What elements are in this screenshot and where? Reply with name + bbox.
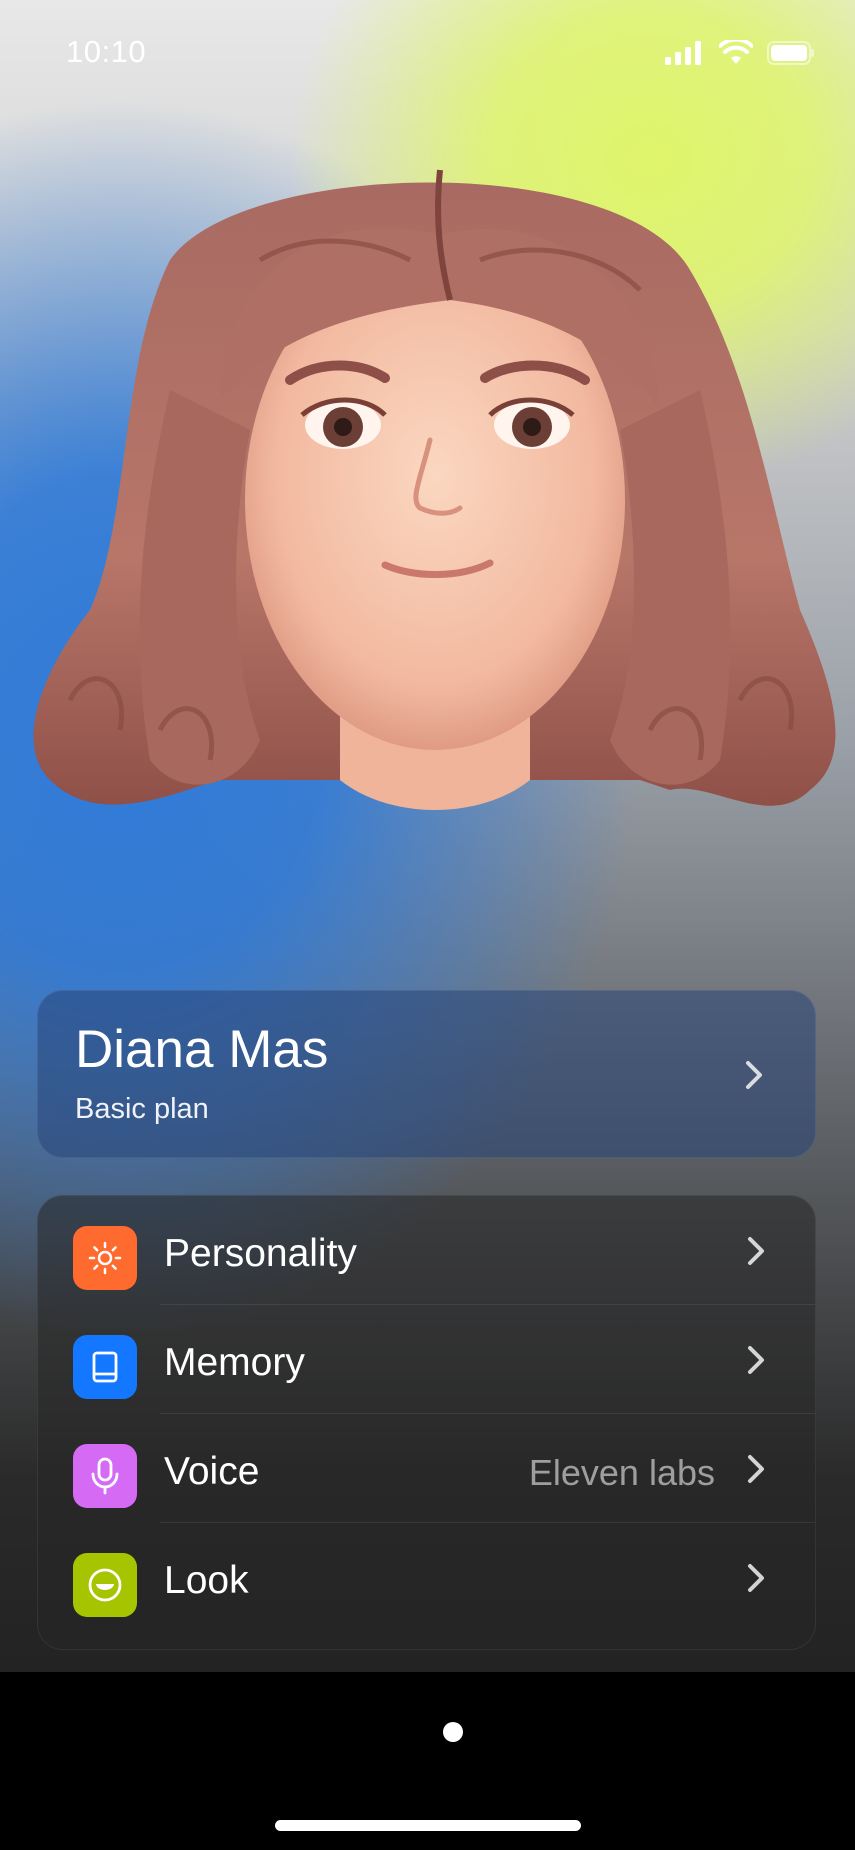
battery-icon [767, 41, 814, 65]
book-icon [73, 1335, 137, 1399]
microphone-icon [73, 1444, 137, 1508]
chevron-right-icon [748, 1564, 764, 1592]
status-bar: 10:10 [0, 0, 855, 105]
smiley-face-icon [73, 1553, 137, 1617]
avatar-image [10, 140, 850, 940]
settings-row-memory[interactable]: Memory [38, 1305, 815, 1414]
status-time: 10:10 [66, 34, 147, 69]
settings-row-look[interactable]: Look [38, 1523, 815, 1632]
bottom-bar [0, 1672, 855, 1850]
row-value-voice: Eleven labs [528, 1452, 715, 1493]
chevron-right-icon [748, 1237, 764, 1265]
avatar-portrait-icon [33, 169, 836, 810]
page-indicator-dot[interactable] [443, 1722, 463, 1742]
status-icons [665, 40, 815, 66]
chevron-right-icon [746, 1061, 762, 1089]
profile-name: Diana Mas [75, 1020, 329, 1079]
profile-plan: Basic plan [75, 1093, 209, 1125]
row-label-personality: Personality [164, 1232, 357, 1275]
home-indicator[interactable] [275, 1820, 581, 1831]
settings-row-personality[interactable]: Personality [38, 1196, 815, 1305]
row-label-look: Look [164, 1559, 249, 1602]
cellular-signal-icon [665, 41, 701, 65]
wifi-icon [719, 40, 753, 64]
row-label-voice: Voice [164, 1450, 260, 1493]
sun-icon [73, 1226, 137, 1290]
chevron-right-icon [748, 1346, 764, 1374]
settings-list: Personality Memory Voice Eleven labs Loo… [37, 1195, 816, 1650]
settings-row-voice[interactable]: Voice Eleven labs [38, 1414, 815, 1523]
profile-card[interactable]: Diana Mas Basic plan [37, 990, 816, 1158]
screen: 10:10 Diana Mas Basic plan Personality M… [0, 0, 855, 1850]
row-label-memory: Memory [164, 1341, 305, 1384]
chevron-right-icon [748, 1455, 764, 1483]
